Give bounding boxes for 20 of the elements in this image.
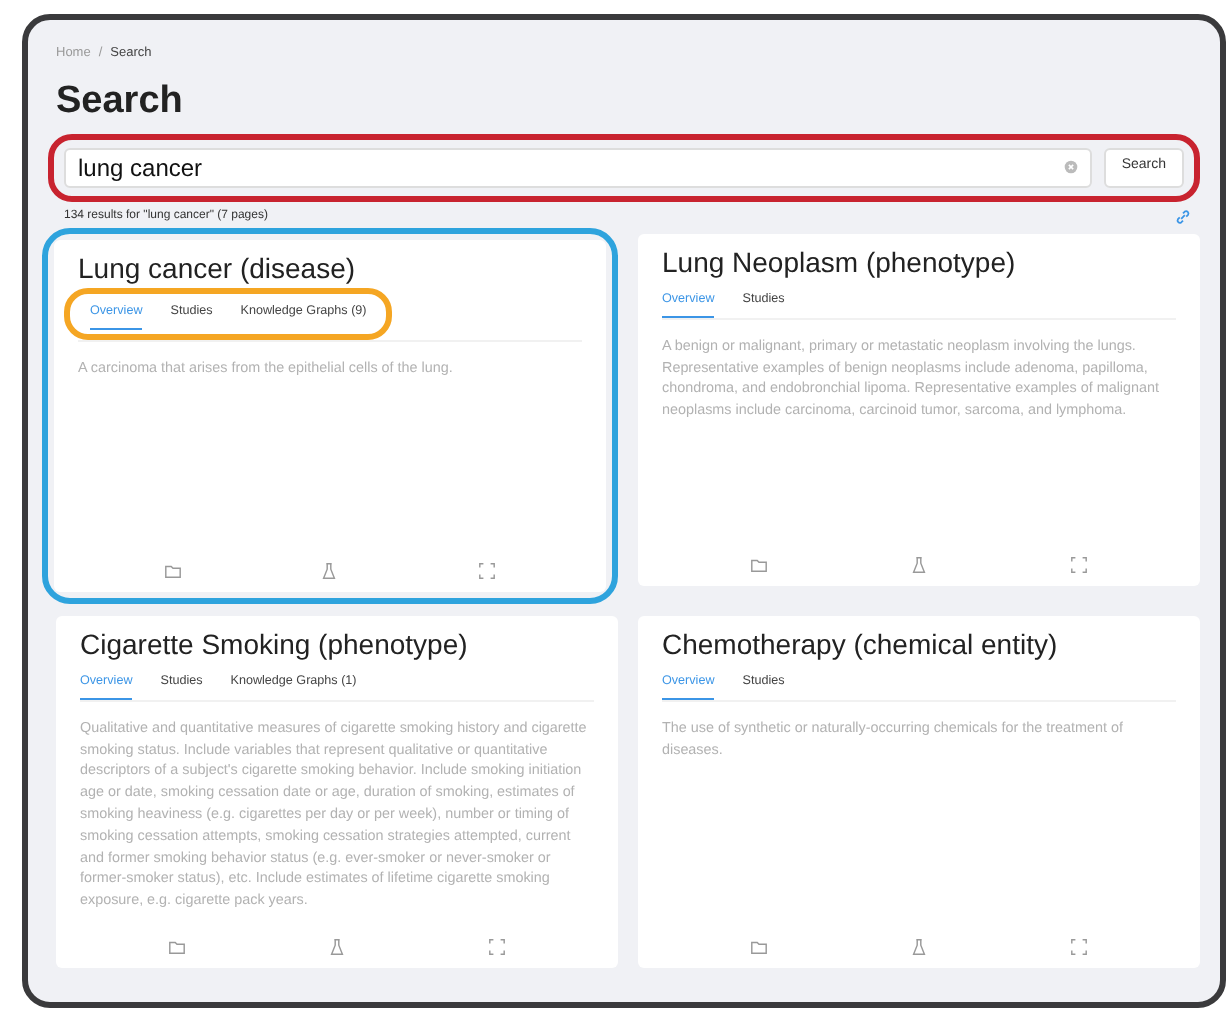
folder-icon[interactable] bbox=[163, 561, 182, 580]
expand-icon[interactable] bbox=[1070, 937, 1089, 956]
flask-icon[interactable] bbox=[320, 561, 339, 580]
expand-icon[interactable] bbox=[1070, 555, 1089, 574]
flask-icon[interactable] bbox=[327, 937, 346, 956]
expand-icon[interactable] bbox=[478, 561, 497, 580]
folder-icon[interactable] bbox=[749, 555, 768, 574]
result-title: Cigarette Smoking (phenotype) bbox=[80, 627, 470, 661]
result-title: Lung Neoplasm (phenotype) bbox=[662, 245, 1018, 279]
folder-icon[interactable] bbox=[749, 937, 768, 956]
folder-icon[interactable] bbox=[167, 937, 186, 956]
flask-icon[interactable] bbox=[909, 937, 928, 956]
result-title: Chemotherapy (chemical entity) bbox=[662, 627, 1060, 661]
search-field[interactable]: lung cancer bbox=[64, 147, 1092, 188]
clear-icon[interactable] bbox=[1061, 158, 1080, 177]
expand-icon[interactable] bbox=[488, 937, 507, 956]
flask-icon[interactable] bbox=[909, 555, 928, 574]
link-icon[interactable] bbox=[1174, 207, 1192, 226]
page-title: Search bbox=[56, 79, 185, 126]
result-title: Lung cancer (disease) bbox=[78, 251, 358, 285]
